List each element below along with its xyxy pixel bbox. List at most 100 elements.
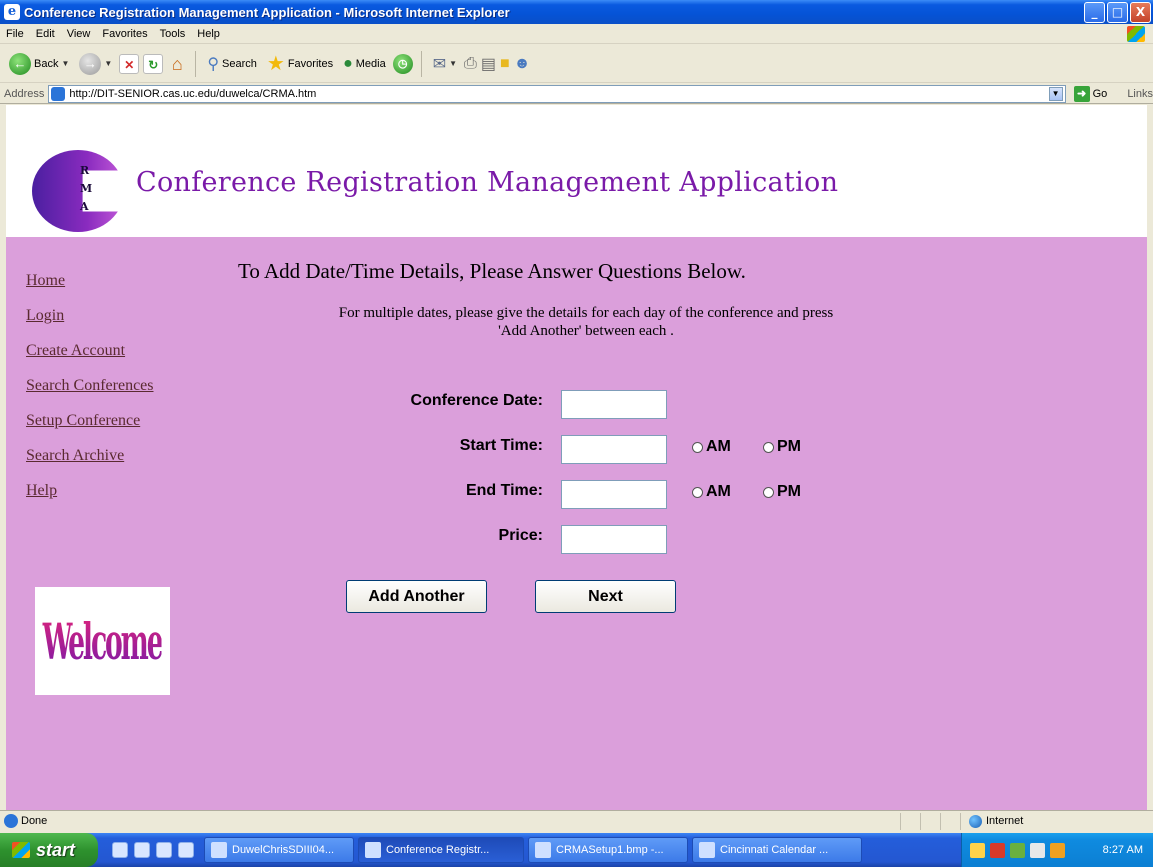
discuss-icon[interactable]: ■ [500,55,510,73]
nav-help[interactable]: Help [26,482,154,502]
forward-button[interactable]: → ▼ [76,52,115,75]
address-input[interactable]: http://DIT-SENIOR.cas.uc.edu/duwelca/CRM… [48,84,1066,103]
address-label: Address [4,87,45,100]
history-icon[interactable]: ◷ [392,53,413,74]
ie-quick-launch-icon[interactable] [178,842,194,858]
mail-icon: ✉ [432,55,447,73]
tray-icon[interactable] [970,842,985,858]
welcome-image: Welcome [35,587,170,695]
favorites-button[interactable]: ★ Favorites [264,51,336,76]
menu-view[interactable]: View [61,28,97,40]
end-time-am-radio[interactable]: AM [692,483,731,501]
quick-launch-icon[interactable] [112,842,128,858]
taskbar-button-calendar[interactable]: Cincinnati Calendar ... [692,837,862,863]
chevron-down-icon[interactable]: ▼ [104,59,112,68]
task-label: Conference Registr... [386,844,490,856]
toolbar-divider [195,50,197,77]
title-bar: e Conference Registration Management App… [0,0,1153,24]
quick-launch-icon[interactable] [134,842,150,858]
task-label: CRMASetup1.bmp -... [556,844,664,856]
logo-letter: R [80,164,90,177]
home-icon[interactable]: ⌂ [167,54,187,74]
quick-launch-icon[interactable] [156,842,172,858]
taskbar-button-word[interactable]: DuwelChrisSDIII04... [204,837,354,863]
page-instructions: For multiple dates, please give the deta… [226,304,946,340]
chevron-down-icon[interactable]: ▼ [61,59,69,68]
search-button[interactable]: ⚲ Search [204,54,260,74]
start-button[interactable]: start [0,833,98,867]
menu-favorites[interactable]: Favorites [96,28,153,40]
taskbar: start DuwelChrisSDIII04... Conference Re… [0,833,1153,867]
stop-icon[interactable]: ✕ [119,53,140,74]
page-icon [51,86,66,101]
zone-label: Internet [986,815,1024,827]
taskbar-button-conference[interactable]: Conference Registr... [358,837,524,863]
status-text: Done [21,815,48,827]
start-time-field[interactable] [561,435,667,464]
status-cell [920,812,940,830]
go-button[interactable]: ➜ Go [1073,85,1107,102]
instructions-line-1: For multiple dates, please give the deta… [338,305,834,321]
menu-file[interactable]: File [0,28,30,40]
logo-letter: A [80,200,89,213]
start-time-label: Start Time: [459,437,543,454]
crma-logo: R M A [32,150,124,232]
menu-help[interactable]: Help [191,28,226,40]
back-button[interactable]: ← Back ▼ [6,52,72,75]
menu-tools[interactable]: Tools [154,28,192,40]
forward-arrow-icon: → [79,52,102,75]
go-arrow-icon: ➜ [1073,85,1090,102]
mail-button[interactable]: ✉ ▼ [430,54,460,74]
links-button[interactable]: Links [1127,88,1153,100]
close-button[interactable]: X [1130,1,1151,23]
taskbar-button-paint[interactable]: CRMASetup1.bmp -... [528,837,688,863]
page-heading: To Add Date/Time Details, Please Answer … [238,259,746,283]
messenger-icon[interactable]: ☻ [514,55,531,73]
nav-login[interactable]: Login [26,307,154,327]
price-label: Price: [498,527,543,544]
end-time-label: End Time: [465,482,543,499]
edit-icon[interactable]: ▤ [481,54,496,74]
maximize-button[interactable]: □ [1107,1,1128,23]
radio-circle-icon [692,486,703,498]
end-time-pm-radio[interactable]: PM [763,483,801,501]
ie-window: e Conference Registration Management App… [0,0,1153,867]
start-time-pm-radio[interactable]: PM [763,438,801,456]
toolbar: ← Back ▼ → ▼ ✕ ↻ ⌂ ⚲ Search ★ Favorites … [0,45,1153,83]
media-icon: ● [343,54,353,72]
refresh-icon[interactable]: ↻ [143,53,164,74]
menu-edit[interactable]: Edit [30,28,61,40]
tray-icon[interactable] [1030,842,1045,858]
address-url[interactable]: http://DIT-SENIOR.cas.uc.edu/duwelca/CRM… [69,88,1048,100]
tray-icon[interactable] [1050,842,1065,858]
conference-date-label: Conference Date: [410,392,543,409]
site-banner: R M A Conference Registration Management… [6,105,1147,237]
banner-title: Conference Registration Management Appli… [136,167,839,198]
conference-date-field[interactable] [561,390,667,419]
globe-icon [969,814,982,828]
media-button[interactable]: ● Media [340,55,389,73]
nav-search-archive[interactable]: Search Archive [26,447,154,467]
page-viewport: R M A Conference Registration Management… [6,105,1147,810]
tray-icon[interactable] [1010,842,1025,858]
tray-icon[interactable] [990,842,1005,858]
am-label: AM [706,438,731,455]
next-button[interactable]: Next [535,580,676,613]
back-label: Back [34,57,59,70]
status-cell [940,812,960,830]
price-field[interactable] [561,525,667,554]
start-time-am-radio[interactable]: AM [692,438,731,456]
radio-circle-icon [692,441,703,453]
nav-create-account[interactable]: Create Account [26,342,154,362]
print-icon[interactable]: ⎙ [464,55,477,73]
end-time-field[interactable] [561,480,667,509]
nav-setup-conference[interactable]: Setup Conference [26,412,154,432]
main-panel: Home Login Create Account Search Confere… [6,237,1147,810]
status-text-area: Done [0,814,900,828]
nav-home[interactable]: Home [26,272,154,292]
nav-search-conferences[interactable]: Search Conferences [26,377,154,397]
add-another-button[interactable]: Add Another [346,580,487,613]
minimize-button[interactable]: _ [1084,1,1105,23]
chevron-down-icon[interactable]: ▼ [1048,86,1063,101]
radio-circle-icon [763,441,774,453]
